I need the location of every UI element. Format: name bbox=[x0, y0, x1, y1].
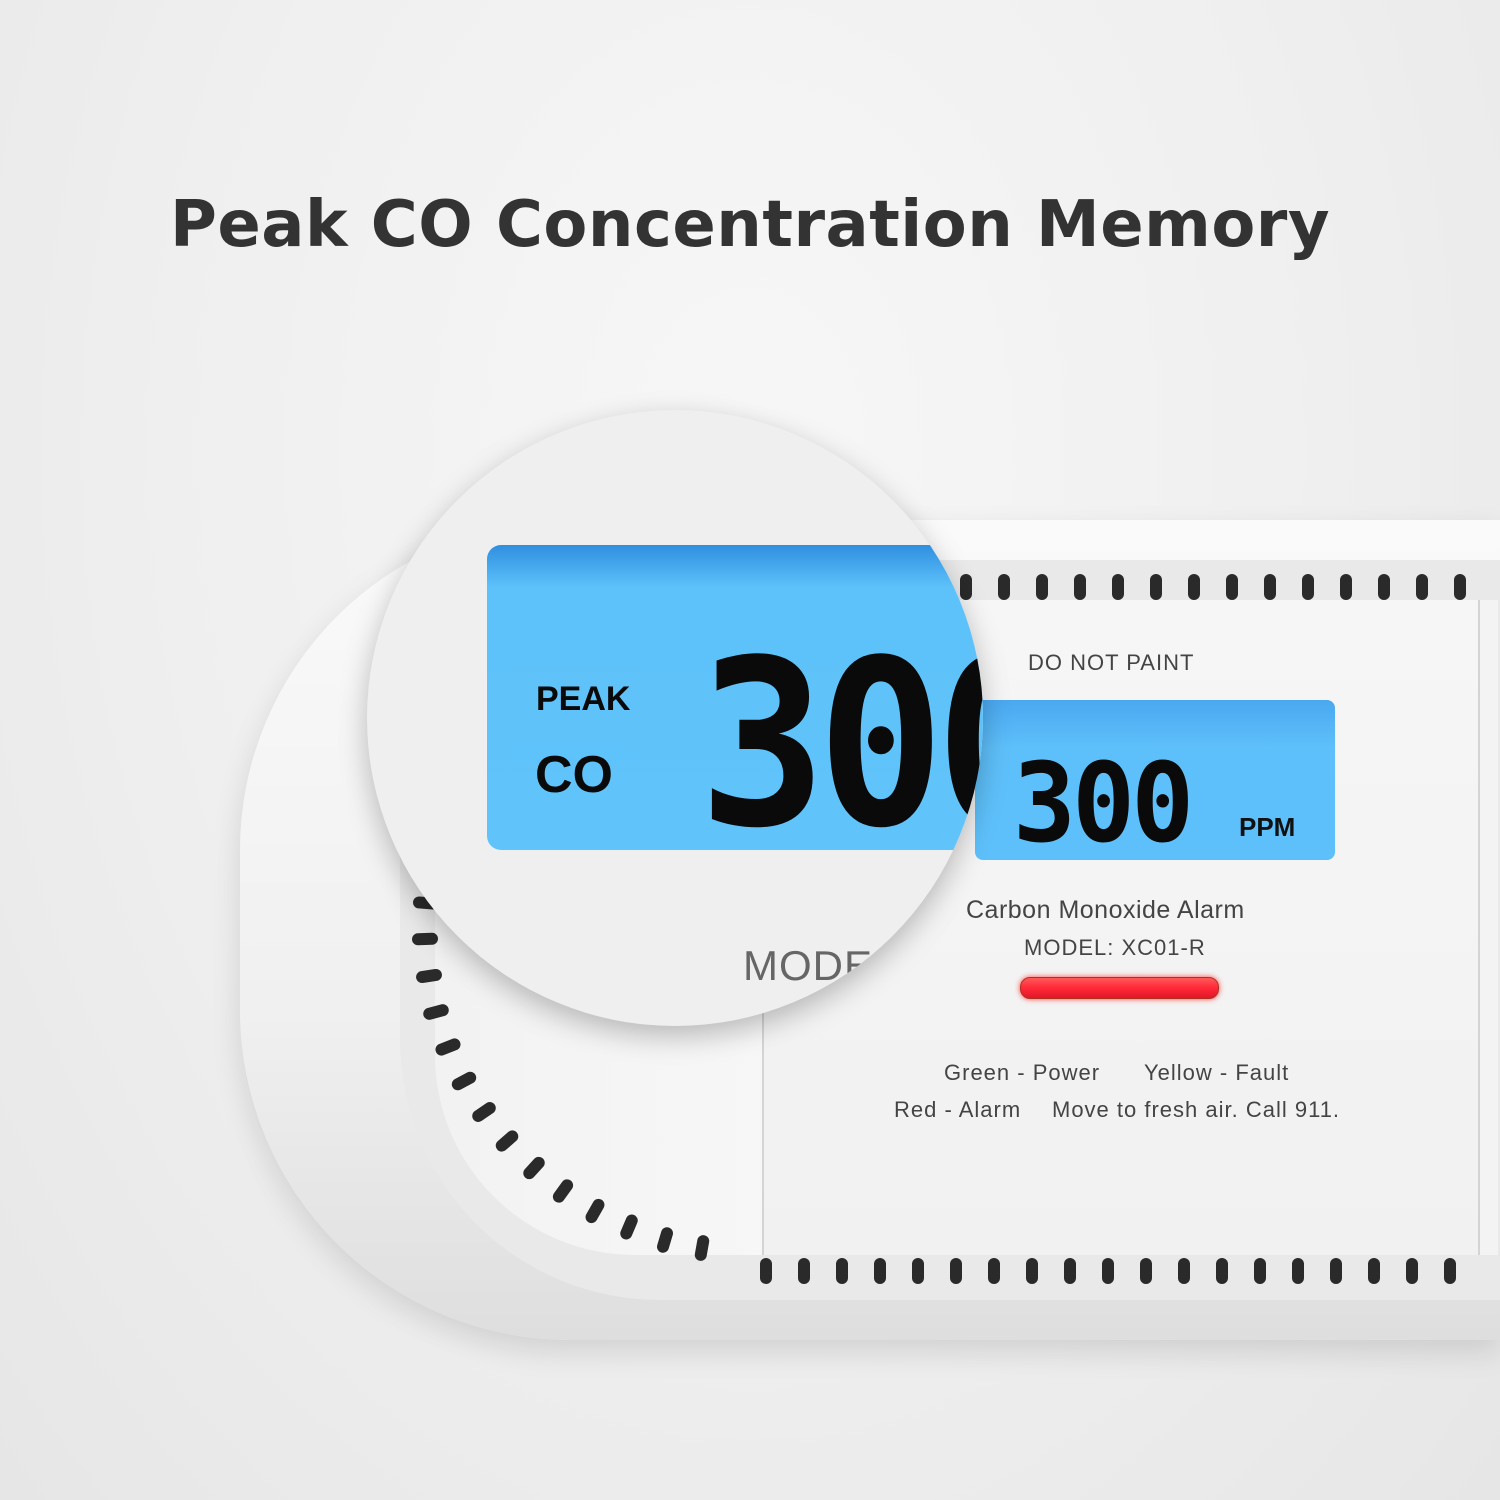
headline: Peak CO Concentration Memory bbox=[169, 188, 1331, 262]
magnified-model-label: MODE bbox=[743, 942, 873, 989]
right-cover bbox=[1480, 600, 1498, 1255]
lcd-reading: 300 bbox=[1013, 739, 1194, 867]
vent-slot bbox=[1378, 574, 1390, 600]
alarm-led bbox=[1020, 977, 1219, 999]
legend-instruction: Move to fresh air. Call 911. bbox=[1052, 1097, 1341, 1122]
vent-slot bbox=[1444, 1258, 1456, 1284]
vent-slot bbox=[1368, 1258, 1380, 1284]
lcd-unit: PPM bbox=[1239, 812, 1296, 842]
vent-slot bbox=[1292, 1258, 1304, 1284]
vent-slot bbox=[1330, 1258, 1342, 1284]
peak-label: PEAK bbox=[536, 680, 631, 718]
vent-slot bbox=[1340, 574, 1352, 600]
vent-slot bbox=[798, 1258, 810, 1284]
co-label: CO bbox=[535, 746, 613, 804]
vent-slot bbox=[1264, 574, 1276, 600]
vent-slot bbox=[1216, 1258, 1228, 1284]
legend-yellow: Yellow - Fault bbox=[1144, 1060, 1290, 1085]
vent-slot bbox=[836, 1258, 848, 1284]
do-not-paint-label: DO NOT PAINT bbox=[1028, 650, 1195, 675]
vent-slot bbox=[1254, 1258, 1266, 1284]
lcd-display: 300 PPM bbox=[975, 700, 1335, 860]
magnified-reading: 300 bbox=[699, 612, 983, 879]
vent-slot bbox=[988, 1258, 1000, 1284]
legend-red: Red - Alarm bbox=[894, 1097, 1022, 1122]
vent-slot bbox=[1074, 574, 1086, 600]
vent-slot bbox=[1150, 574, 1162, 600]
vent-slot bbox=[950, 1258, 962, 1284]
vent-slot bbox=[1064, 1258, 1076, 1284]
vent-slot bbox=[1036, 574, 1048, 600]
model-label: MODEL: XC01-R bbox=[1024, 935, 1206, 960]
vent-slot bbox=[1112, 574, 1124, 600]
vent-slot bbox=[760, 1258, 772, 1284]
vent-slot bbox=[1178, 1258, 1190, 1284]
vent-slot bbox=[998, 574, 1010, 600]
vent-slot bbox=[1416, 574, 1428, 600]
vent-slot bbox=[912, 1258, 924, 1284]
vent-slot bbox=[1226, 574, 1238, 600]
vent-slot bbox=[874, 1258, 886, 1284]
vent-slot bbox=[1140, 1258, 1152, 1284]
vent-slot bbox=[412, 932, 439, 946]
vent-slot bbox=[1302, 574, 1314, 600]
legend-green: Green - Power bbox=[944, 1060, 1101, 1085]
vent-slot bbox=[1102, 1258, 1114, 1284]
vent-slot bbox=[1406, 1258, 1418, 1284]
product-name: Carbon Monoxide Alarm bbox=[966, 896, 1245, 924]
vent-slot bbox=[1188, 574, 1200, 600]
vent-slot bbox=[1454, 574, 1466, 600]
magnified-lcd: PEAK CO 300 bbox=[487, 545, 983, 861]
magnifier-callout: PEAK CO 300 MODE bbox=[367, 410, 983, 1026]
vent-slot bbox=[1026, 1258, 1038, 1284]
